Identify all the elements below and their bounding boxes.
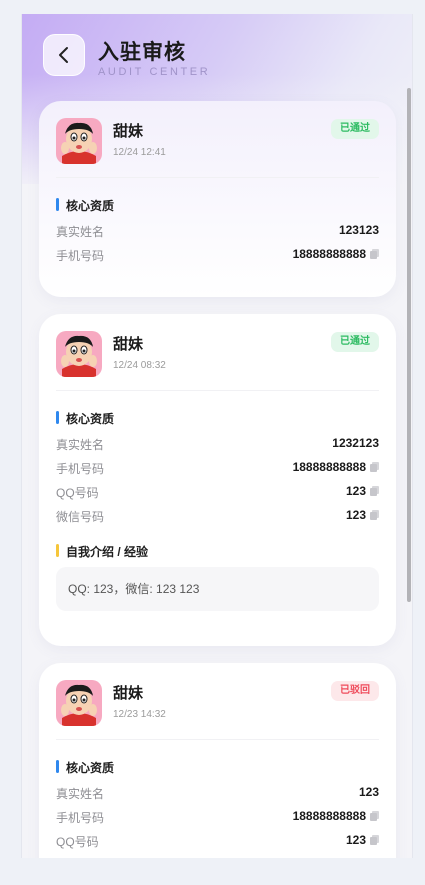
info-row-phone: 手机号码 18888888888 bbox=[56, 460, 379, 478]
info-row-phone: 手机号码 18888888888 bbox=[56, 809, 379, 827]
section-title-qualification: 核心资质 bbox=[56, 410, 114, 427]
section-title-qualification: 核心资质 bbox=[56, 197, 114, 214]
submit-time: 12/23 14:32 bbox=[113, 709, 166, 720]
row-label: 手机号码 bbox=[56, 249, 105, 263]
row-value: 123 bbox=[358, 785, 379, 799]
audit-card[interactable]: 甜妹 12/24 12:41 已通过 核心资质 真实姓名 123123 手机号码… bbox=[39, 101, 396, 297]
user-name: 甜妹 bbox=[113, 123, 144, 140]
section-title-qualification: 核心资质 bbox=[56, 759, 114, 776]
divider bbox=[56, 739, 379, 740]
row-value: 123 bbox=[345, 484, 366, 498]
info-row-real-name: 真实姓名 123 bbox=[56, 785, 379, 803]
info-row-phone: 手机号码 18888888888 bbox=[56, 247, 379, 265]
copy-icon[interactable] bbox=[370, 510, 379, 520]
submit-time: 12/24 12:41 bbox=[113, 147, 166, 158]
audit-card[interactable]: 甜妹 12/23 14:32 已驳回 核心资质 真实姓名 123 手机号码 18… bbox=[39, 663, 396, 858]
row-label: 微信号码 bbox=[56, 510, 105, 524]
submit-time: 12/24 08:32 bbox=[113, 360, 166, 371]
row-value: 1232123 bbox=[332, 436, 379, 450]
avatar bbox=[56, 118, 102, 164]
info-row-real-name: 真实姓名 1232123 bbox=[56, 436, 379, 454]
scrollbar[interactable] bbox=[407, 88, 411, 602]
row-label: 手机号码 bbox=[56, 462, 105, 476]
avatar bbox=[56, 331, 102, 377]
divider bbox=[56, 390, 379, 391]
row-label: QQ号码 bbox=[56, 835, 99, 849]
row-value: 123123 bbox=[338, 223, 379, 237]
info-row-qq: QQ号码 123 bbox=[56, 484, 379, 502]
chevron-left-icon bbox=[59, 47, 68, 63]
status-badge: 已通过 bbox=[331, 332, 379, 352]
row-value: 18888888888 bbox=[292, 460, 366, 474]
avatar bbox=[56, 680, 102, 726]
row-label: QQ号码 bbox=[56, 486, 99, 500]
copy-icon[interactable] bbox=[370, 486, 379, 496]
info-row-wechat: 微信号码 123 bbox=[56, 508, 379, 526]
audit-card[interactable]: 甜妹 12/24 08:32 已通过 核心资质 真实姓名 1232123 手机号… bbox=[39, 314, 396, 646]
copy-icon[interactable] bbox=[370, 811, 379, 821]
status-badge: 已通过 bbox=[331, 119, 379, 139]
row-label: 真实姓名 bbox=[56, 225, 105, 239]
page-title: 入驻审核 bbox=[98, 41, 186, 64]
app-screen: 入驻审核 AUDIT CENTER 甜妹 12/24 12:41 已通过 核心资… bbox=[21, 14, 413, 858]
copy-icon[interactable] bbox=[370, 462, 379, 472]
row-value: 123 bbox=[345, 833, 366, 847]
copy-icon[interactable] bbox=[370, 249, 379, 259]
row-value: 123 bbox=[345, 508, 366, 522]
page-subtitle: AUDIT CENTER bbox=[98, 66, 211, 78]
info-row-real-name: 真实姓名 123123 bbox=[56, 223, 379, 241]
user-name: 甜妹 bbox=[113, 336, 144, 353]
row-label: 手机号码 bbox=[56, 811, 105, 825]
info-row-qq: QQ号码 123 bbox=[56, 833, 379, 851]
divider bbox=[56, 177, 379, 178]
copy-icon[interactable] bbox=[370, 835, 379, 845]
user-name: 甜妹 bbox=[113, 685, 144, 702]
row-label: 真实姓名 bbox=[56, 787, 105, 801]
back-button[interactable] bbox=[43, 34, 85, 76]
row-value: 18888888888 bbox=[292, 247, 366, 261]
section-title-intro: 自我介绍 / 经验 bbox=[56, 543, 148, 560]
intro-text: QQ: 123，微信: 123 123 bbox=[56, 567, 379, 611]
row-value: 18888888888 bbox=[292, 809, 366, 823]
status-badge: 已驳回 bbox=[331, 681, 379, 701]
row-label: 真实姓名 bbox=[56, 438, 105, 452]
